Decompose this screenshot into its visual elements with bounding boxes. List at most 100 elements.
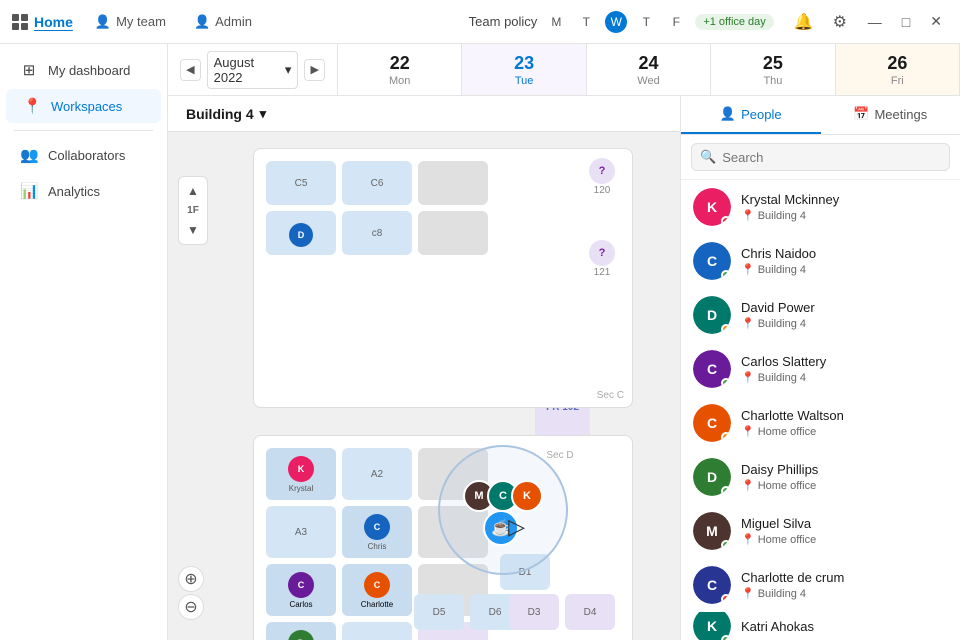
person-avatar-6: M — [693, 512, 731, 550]
next-month-button[interactable]: ▶ — [304, 59, 325, 81]
desk-d4[interactable]: D4 — [565, 594, 615, 630]
desk-chris[interactable]: C Chris — [342, 506, 412, 558]
person-item-0[interactable]: K Krystal Mckinney 📍 Building 4 — [681, 180, 960, 234]
desk-daisy[interactable]: D Daisy — [266, 622, 336, 640]
sidebar-item-dashboard[interactable]: ⊞ My dashboard — [6, 53, 161, 87]
panel-tabs: 👤 People 📅 Meetings — [681, 96, 960, 135]
sidebar-label-workspaces: Workspaces — [51, 99, 122, 114]
day-f[interactable]: F — [665, 11, 687, 33]
floor-up-button[interactable]: ▲ — [183, 181, 203, 201]
person-location-1: 📍 Building 4 — [741, 263, 948, 276]
person-item-4[interactable]: C Charlotte Waltson 📍 Home office — [681, 396, 960, 450]
day-t1[interactable]: T — [575, 11, 597, 33]
sidebar-label-dashboard: My dashboard — [48, 63, 130, 78]
person-item-6[interactable]: M Miguel Silva 📍 Home office — [681, 504, 960, 558]
desk-a2[interactable]: A2 — [342, 448, 412, 500]
prev-month-button[interactable]: ◀ — [180, 59, 201, 81]
day-t2[interactable]: T — [635, 11, 657, 33]
desk-david[interactable]: D — [266, 211, 336, 255]
close-button[interactable]: ✕ — [924, 9, 948, 34]
day-w[interactable]: W — [605, 11, 627, 33]
daisy-avatar: D — [288, 630, 314, 640]
desk-a8[interactable]: A8 — [342, 622, 412, 640]
cal-day-26[interactable]: 26 Fri — [836, 44, 960, 95]
desk-c5[interactable]: C5 — [266, 161, 336, 205]
location-text-6: Home office — [758, 534, 817, 546]
location-icon-3: 📍 — [741, 371, 755, 384]
person-item-3[interactable]: C Carlos Slattery 📍 Building 4 — [681, 342, 960, 396]
tab-meetings[interactable]: 📅 Meetings — [821, 96, 960, 134]
cal-day-25[interactable]: 25 Thu — [711, 44, 835, 95]
chris-label: Chris — [368, 542, 387, 551]
zoom-in-button[interactable]: ⊕ — [178, 566, 204, 592]
status-dot-0 — [721, 216, 731, 226]
desk-a3[interactable]: A3 — [266, 506, 336, 558]
settings-button[interactable]: ⚙ — [826, 8, 854, 36]
person-item-2[interactable]: D David Power 📍 Building 4 — [681, 288, 960, 342]
day-num-26: 26 — [887, 53, 907, 74]
bell-button[interactable]: 🔔 — [790, 8, 818, 36]
search-input[interactable] — [722, 150, 941, 165]
person-info-7: Charlotte de crum 📍 Building 4 — [741, 570, 948, 600]
person-item-7[interactable]: C Charlotte de crum 📍 Building 4 — [681, 558, 960, 612]
person-item-5[interactable]: D Daisy Phillips 📍 Home office — [681, 450, 960, 504]
charlotte-avatar: C — [364, 572, 390, 598]
desk-carlos[interactable]: C Carlos — [266, 564, 336, 616]
maximize-button[interactable]: □ — [896, 10, 916, 34]
status-dot-4 — [721, 432, 731, 442]
desk-empty2[interactable] — [418, 211, 488, 255]
carlos-label: Carlos — [289, 600, 312, 609]
tab-people[interactable]: 👤 People — [681, 96, 821, 134]
cal-day-23[interactable]: 23 Tue — [462, 44, 586, 95]
desk-c6[interactable]: C6 — [342, 161, 412, 205]
admin-icon: 👤 — [194, 14, 210, 30]
desk-krystal[interactable]: K Krystal — [266, 448, 336, 500]
person-location-6: 📍 Home office — [741, 533, 948, 546]
day-num-25: 25 — [763, 53, 783, 74]
cal-day-22[interactable]: 22 Mon — [338, 44, 462, 95]
location-text-0: Building 4 — [758, 210, 806, 222]
person-item-1[interactable]: C Chris Naidoo 📍 Building 4 — [681, 234, 960, 288]
sidebar-item-collaborators[interactable]: 👥 Collaborators — [6, 138, 161, 172]
person-info-6: Miguel Silva 📍 Home office — [741, 516, 948, 546]
office-day-badge[interactable]: +1 office day — [695, 14, 773, 30]
building-selector[interactable]: Building 4 ▾ — [178, 102, 274, 126]
month-selector[interactable]: August 2022 ▾ — [207, 51, 299, 89]
desk-d3[interactable]: D3 — [509, 594, 559, 630]
badge-120-label: 120 — [589, 185, 615, 196]
person-avatar-4: C — [693, 404, 731, 442]
desk-charlotte[interactable]: C Charlotte — [342, 564, 412, 616]
q-badge-121: ? 121 — [589, 240, 615, 278]
location-icon-0: 📍 — [741, 209, 755, 222]
sidebar-item-analytics[interactable]: 📊 Analytics — [6, 174, 161, 208]
admin-label: Admin — [215, 14, 252, 29]
person-item-8[interactable]: K Katri Ahokas — [681, 612, 960, 640]
myteam-nav[interactable]: 👤 My team — [89, 10, 172, 34]
minimize-button[interactable]: — — [862, 10, 888, 34]
desk-d5[interactable]: D5 — [414, 594, 464, 630]
desk-c8[interactable]: c8 — [342, 211, 412, 255]
admin-nav[interactable]: 👤 Admin — [188, 10, 258, 34]
carlos-avatar: C — [288, 572, 314, 598]
chris-avatar: C — [364, 514, 390, 540]
location-icon-5: 📍 — [741, 479, 755, 492]
sidebar-item-workspaces[interactable]: 📍 Workspaces — [6, 89, 161, 123]
collaborators-icon: 👥 — [20, 146, 38, 164]
desk-empty1[interactable] — [418, 161, 488, 205]
search-field-container: 🔍 — [691, 143, 950, 171]
building-chevron-icon: ▾ — [260, 106, 267, 122]
q-badge-120: ? 120 — [589, 158, 615, 196]
sidebar: ⊞ My dashboard 📍 Workspaces 👥 Collaborat… — [0, 44, 168, 640]
cal-day-24[interactable]: 24 Wed — [587, 44, 711, 95]
workspaces-icon: 📍 — [23, 97, 41, 115]
person-name-7: Charlotte de crum — [741, 570, 948, 585]
floor-down-button[interactable]: ▼ — [183, 220, 203, 240]
day-m[interactable]: M — [545, 11, 567, 33]
location-icon-1: 📍 — [741, 263, 755, 276]
person-info-1: Chris Naidoo 📍 Building 4 — [741, 246, 948, 276]
calendar-header: ◀ August 2022 ▾ ▶ 22 Mon 23 Tue 24 Wed 2… — [168, 44, 960, 96]
person-info-4: Charlotte Waltson 📍 Home office — [741, 408, 948, 438]
zoom-out-button[interactable]: ⊖ — [178, 594, 204, 620]
home-label[interactable]: Home — [34, 14, 73, 30]
building-name: Building 4 — [186, 106, 254, 122]
